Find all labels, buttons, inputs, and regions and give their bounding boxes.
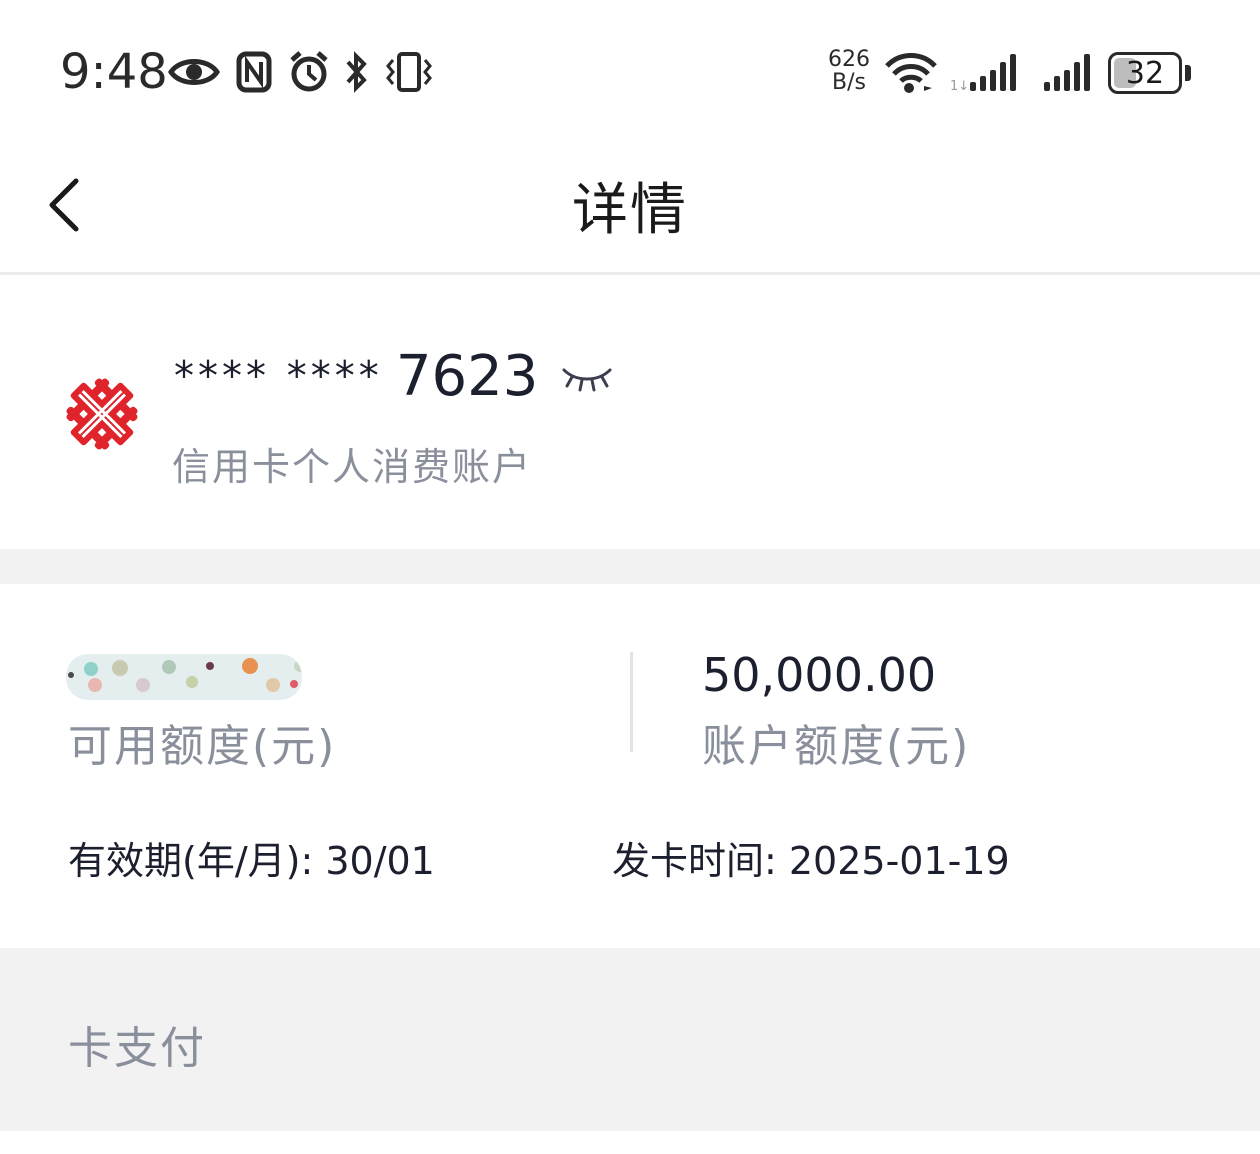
card-number-masked: **** **** (174, 353, 383, 400)
account-type: 信用卡个人消费账户 (172, 445, 533, 489)
account-limit-label: 账户额度(元) (702, 721, 971, 772)
credit-info: 可用额度(元) 50,000.00 账户额度(元) 有效期(年/月): 30/0… (0, 584, 1260, 948)
issue-date: 发卡时间: 2025-01-19 (612, 839, 1010, 883)
nfc-icon (236, 51, 272, 93)
card-number-last4: 7623 (395, 344, 539, 409)
nav-bar: 详情 (0, 135, 1260, 275)
bank-logo (66, 378, 138, 450)
card-payment-label: 卡支付 (68, 1023, 206, 1074)
card-payment-section: 卡支付 (0, 948, 1260, 1131)
eye-closed-icon[interactable] (560, 364, 614, 392)
account-limit-amount: 50,000.00 (702, 648, 937, 702)
vibrate-icon (386, 52, 432, 92)
battery-tip (1185, 65, 1191, 81)
network-speed: 626 B/s (824, 48, 874, 94)
available-amount-redacted (66, 654, 302, 700)
page-title: 详情 (572, 178, 688, 243)
bottom-area (0, 1131, 1260, 1154)
card-number: **** **** 7623 (174, 344, 538, 409)
network-speed-unit: B/s (832, 70, 866, 95)
card-header: **** **** 7623 信用卡个人消费账户 (0, 278, 1260, 549)
available-credit-label: 可用额度(元) (68, 721, 337, 772)
svg-text:1↓: 1↓ (950, 79, 969, 94)
signal-icon: 1↓ (950, 54, 1016, 94)
status-time: 9:48 (60, 44, 168, 100)
network-speed-value: 626 (828, 47, 870, 72)
eye-icon (168, 59, 220, 85)
column-divider (630, 652, 633, 752)
status-bar: 9:48 626 B/s 1↓ 32 (0, 0, 1260, 135)
bluetooth-icon (346, 51, 367, 93)
expiry-date: 有效期(年/月): 30/01 (68, 839, 435, 883)
wifi-icon (885, 53, 937, 93)
section-divider (0, 549, 1260, 584)
alarm-icon (290, 51, 328, 92)
battery-percent: 32 (1125, 56, 1165, 91)
battery-icon: 32 (1108, 52, 1182, 94)
signal-icon (1044, 54, 1090, 91)
